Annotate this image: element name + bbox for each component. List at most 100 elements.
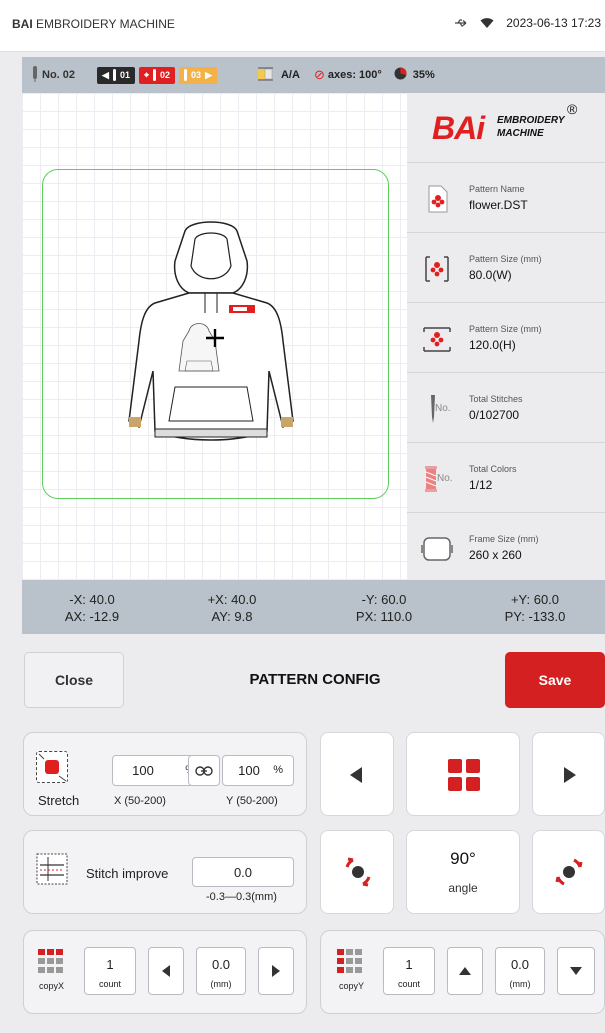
coordinates-strip: -X: 40.0 +X: 40.0 -Y: 60.0 +Y: 60.0 AX: … <box>22 580 605 634</box>
pattern-height-icon <box>423 327 451 352</box>
usb-icon <box>455 19 467 27</box>
copy-y-count-label: count <box>397 979 421 989</box>
copy-y-grid-icon <box>337 949 362 973</box>
pattern-info-panel: BAi EMBROIDERY MACHINE ® Pattern Name fl… <box>407 93 605 580</box>
skip-back-icon: ◀︎ <box>102 69 109 80</box>
stretch-y-unit: % <box>273 764 283 776</box>
copy-y-decrease-button[interactable] <box>557 947 595 995</box>
logo-text: BAi <box>432 110 485 146</box>
logo-subtitle-2: MACHINE <box>497 128 544 139</box>
stretch-y-value: 100 <box>238 763 260 778</box>
crosshair-icon[interactable] <box>205 328 225 348</box>
copy-y-count-value: 1 <box>405 957 413 972</box>
copy-x-distance-input[interactable]: 0.0 (mm) <box>196 947 246 995</box>
stretch-y-input[interactable]: 100 % <box>222 755 294 786</box>
frame-size-cell: Frame Size (mm) 260 x 260 <box>407 513 605 583</box>
copy-x-distance-unit: (mm) <box>210 979 232 989</box>
copy-x-panel: copyX 1 count 0.0 (mm) <box>23 930 307 1014</box>
frame-size-label: Frame Size (mm) <box>469 534 539 544</box>
copy-y-label: copyY <box>339 981 365 991</box>
frame-size-value: 260 x 260 <box>469 548 522 562</box>
copy-x-count-label: count <box>98 979 122 989</box>
ax-value: AX: -12.9 <box>64 609 120 624</box>
needle-number: No. 02 <box>42 69 76 81</box>
chip-next-label: 03 <box>191 70 202 80</box>
rotate-clockwise-button[interactable] <box>532 830 605 914</box>
copy-x-count-value: 1 <box>106 957 114 972</box>
copy-y-increase-button[interactable] <box>447 947 483 995</box>
copy-x-grid-icon <box>38 949 63 973</box>
colors-icon-text: No. <box>437 473 453 484</box>
neg-y-value: -Y: 60.0 <box>361 592 407 607</box>
rotate-left-icon <box>345 857 371 887</box>
target-icon: ⌖ <box>143 69 150 80</box>
needle-icon <box>32 65 38 85</box>
mode-value: A/A <box>280 69 300 81</box>
copy-y-distance-input[interactable]: 0.0 (mm) <box>495 947 545 995</box>
close-button[interactable]: Close <box>24 652 124 708</box>
datetime: 2023-06-13 17:23 <box>506 16 601 30</box>
chip-prev-label: 01 <box>119 70 130 80</box>
info-bar: No. 02 ◀︎ 01 ⌖ 02 03 ▶︎ A/A ⊘ axes: 100° 35… <box>22 57 605 93</box>
needle-icon <box>153 69 157 81</box>
stitch-improve-range: -0.3—0.3(mm) <box>206 891 277 903</box>
design-canvas[interactable] <box>22 93 407 580</box>
chip-next-needle[interactable]: 03 ▶︎ <box>179 66 217 84</box>
next-button[interactable] <box>532 732 605 816</box>
copy-x-label: copyX <box>39 981 65 991</box>
status-right: 2023-06-13 17:23 <box>454 16 601 30</box>
pattern-width-icon <box>425 256 449 282</box>
previous-button[interactable] <box>320 732 394 816</box>
neg-x-value: -X: 40.0 <box>69 592 115 607</box>
copy-x-increase-button[interactable] <box>258 947 294 995</box>
pattern-height-cell: Pattern Size (mm) 120.0(H) <box>407 303 605 373</box>
copy-x-decrease-button[interactable] <box>148 947 184 995</box>
stretch-y-range: Y (50-200) <box>226 795 278 807</box>
angle-display[interactable]: 90° angle <box>406 830 520 914</box>
rotate-counterclockwise-button[interactable] <box>320 830 394 914</box>
axes-icon: ⊘ <box>313 67 325 82</box>
axes-value: axes: 100° <box>327 69 382 81</box>
arrow-down-icon <box>570 967 582 975</box>
pos-y-value: +Y: 60.0 <box>510 592 560 607</box>
stitch-improve-label: Stitch improve <box>86 866 169 881</box>
pattern-name-label: Pattern Name <box>469 184 525 194</box>
arrow-right-icon <box>564 767 576 783</box>
stitches-icon-text: No. <box>435 403 451 414</box>
rotate-right-icon <box>555 858 583 886</box>
stretch-panel: Stretch 100 % 100 % X (50-200) Y (50-200… <box>23 732 307 816</box>
needle-icon <box>112 69 116 81</box>
stitch-improve-value: 0.0 <box>233 865 253 880</box>
angle-label: angle <box>448 881 478 895</box>
stretch-icon[interactable] <box>36 751 68 783</box>
total-stitches-label: Total Stitches <box>469 394 523 404</box>
link-aspect-icon[interactable] <box>188 755 220 786</box>
needle-icon <box>184 69 188 81</box>
chip-current-label: 02 <box>160 70 171 80</box>
chip-prev-needle[interactable]: ◀︎ 01 <box>97 66 135 84</box>
save-button[interactable]: Save <box>505 652 605 708</box>
total-colors-value: 1/12 <box>469 478 493 492</box>
pos-x-value: +X: 40.0 <box>207 592 257 607</box>
stretch-label: Stretch <box>38 793 80 808</box>
angle-value: 90° <box>450 849 476 868</box>
copy-x-count-input[interactable]: 1 count <box>84 947 136 995</box>
pattern-width-cell: Pattern Size (mm) 80.0(W) <box>407 233 605 303</box>
py-value: PY: -133.0 <box>504 609 566 624</box>
total-stitches-value: 0/102700 <box>469 408 520 422</box>
copy-y-count-input[interactable]: 1 count <box>383 947 435 995</box>
progress-value: 35% <box>412 69 435 81</box>
arrow-right-icon <box>272 965 280 977</box>
layout-toggle-button[interactable] <box>406 732 520 816</box>
stitch-improve-input[interactable]: 0.0 <box>192 857 294 887</box>
logo-subtitle-1: EMBROIDERY <box>497 115 565 126</box>
brand-logo: BAi EMBROIDERY MACHINE ® <box>407 93 605 163</box>
pattern-height-label: Pattern Size (mm) <box>469 324 542 334</box>
total-colors-label: Total Colors <box>469 464 517 474</box>
app-name: EMBROIDERY MACHINE <box>36 17 175 31</box>
pattern-name-cell: Pattern Name flower.DST <box>407 163 605 233</box>
status-bar: BAI EMBROIDERY MACHINE 2023-06-13 17:23 <box>0 0 605 52</box>
pattern-width-value: 80.0(W) <box>469 268 512 282</box>
chip-current-needle[interactable]: ⌖ 02 <box>138 66 176 84</box>
stitch-improve-panel: Stitch improve 0.0 -0.3—0.3(mm) <box>23 830 307 914</box>
